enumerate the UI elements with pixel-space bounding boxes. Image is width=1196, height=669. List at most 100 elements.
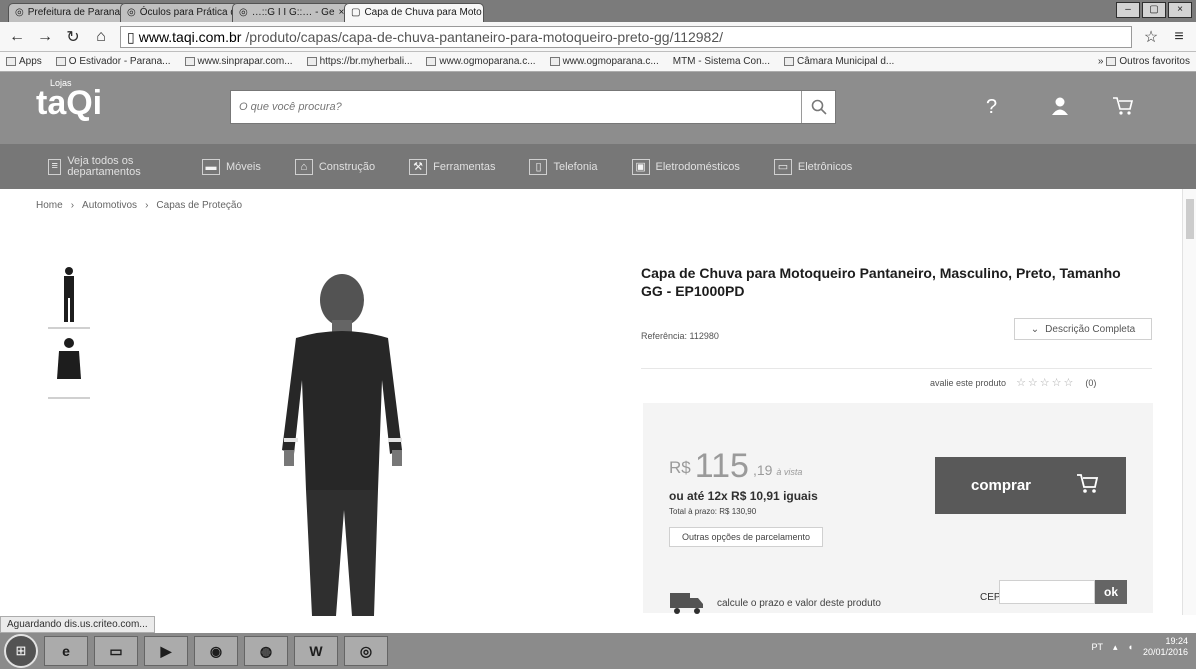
clock[interactable]: 19:24 20/01/2016	[1143, 636, 1188, 658]
installment-options-button[interactable]: Outras opções de parcelamento	[669, 527, 823, 547]
product-thumbnails	[48, 265, 92, 405]
maximize-icon[interactable]: ▢	[1142, 2, 1166, 18]
page-icon	[55, 57, 66, 66]
nav-all-departments[interactable]: ≡ Veja todos os departamentos	[48, 155, 168, 178]
browser-tab[interactable]: ◎Prefeitura de Paranaguá×	[8, 3, 126, 22]
cep-label: CEP	[980, 592, 1001, 603]
rating-count: (0)	[1085, 377, 1097, 388]
bookmark-item[interactable]: www.ogmoparana.c...	[549, 56, 659, 67]
breadcrumb-item[interactable]: Capas de Proteção	[156, 200, 242, 211]
nav-telefonia[interactable]: ▯ Telefonia	[529, 158, 598, 175]
bookmark-item[interactable]: MTM - Sistema Con...	[673, 56, 770, 67]
taskbar-app-icon[interactable]: ◎	[344, 636, 388, 666]
other-bookmarks[interactable]: » Outros favoritos	[1098, 56, 1190, 67]
cep-input[interactable]	[999, 580, 1095, 604]
bookmark-item[interactable]: www.ogmoparana.c...	[426, 56, 536, 67]
language-indicator[interactable]: PT	[1091, 642, 1103, 652]
thumbnail-front[interactable]	[48, 265, 90, 329]
chevron-down-icon: ⌄	[1030, 323, 1040, 335]
bookmark-item[interactable]: www.sinprapar.com...	[184, 56, 293, 67]
tab-title: …::G I I G::… - Ge	[251, 7, 335, 18]
search-icon[interactable]	[801, 91, 835, 123]
window-controls: – ▢ ×	[1116, 2, 1192, 18]
star-icon[interactable]: ☆	[1142, 27, 1160, 47]
scroll-thumb[interactable]	[1186, 199, 1194, 239]
search-input[interactable]	[239, 101, 801, 113]
bookmark-item[interactable]: Câmara Municipal d...	[783, 56, 894, 67]
site-logo[interactable]: Lojas taQi	[36, 78, 102, 123]
page-icon	[426, 57, 437, 66]
rate-product-link[interactable]: avalie este produto	[930, 378, 1006, 388]
back-icon[interactable]: ←	[8, 28, 26, 46]
breadcrumb-item[interactable]: Home	[36, 200, 63, 211]
nav-eletrodomesticos[interactable]: ▣ Eletrodomésticos	[631, 158, 740, 175]
search-box	[230, 90, 836, 124]
bookmark-item[interactable]: O Estivador - Parana...	[55, 56, 171, 67]
buy-button[interactable]: comprar	[935, 457, 1126, 514]
menu-icon: ≡	[48, 158, 62, 175]
taskbar-explorer-icon[interactable]: ▭	[94, 636, 138, 666]
start-button[interactable]: ⊞	[4, 634, 38, 668]
user-icon[interactable]	[1050, 96, 1070, 122]
forward-icon[interactable]: →	[36, 28, 54, 46]
browser-tab[interactable]: ◎Óculos para Prática do T×	[120, 3, 238, 22]
favicon-icon: ◎	[15, 7, 24, 18]
sofa-icon: ▬	[202, 158, 220, 175]
page-icon	[783, 57, 794, 66]
url-host: www.taqi.com.br	[138, 28, 242, 45]
taskbar-ie-icon[interactable]: e	[44, 636, 88, 666]
nav-moveis[interactable]: ▬ Móveis	[202, 158, 261, 175]
home-icon[interactable]: ⌂	[92, 28, 110, 46]
bookmark-apps[interactable]: Apps	[6, 56, 42, 67]
favicon-icon: ◎	[127, 7, 136, 18]
breadcrumb-item[interactable]: Automotivos	[82, 200, 137, 211]
close-window-icon[interactable]: ×	[1168, 2, 1192, 18]
taskbar-word-icon[interactable]: W	[294, 636, 338, 666]
address-bar[interactable]: ▯ www.taqi.com.br/produto/capas/capa-de-…	[120, 25, 1132, 48]
browser-tab-active[interactable]: ▢Capa de Chuva para Moto×	[344, 3, 484, 22]
network-icon[interactable]: ▴	[1113, 642, 1118, 653]
page-scrollbar[interactable]	[1182, 189, 1196, 615]
freight-calculator: calcule o prazo e valor deste produto	[669, 591, 881, 615]
taskbar-media-icon[interactable]: ▶	[144, 636, 188, 666]
tool-icon: ⚒	[409, 158, 428, 175]
system-tray: PT ▴ ◖ 19:24 20/01/2016	[1091, 636, 1188, 658]
total-term-price: Total à prazo: R$ 130,90	[669, 507, 757, 516]
installments: ou até 12x R$ 10,91 iguais	[669, 489, 818, 503]
site-header: LojastaQi ? ≡Veja todos os departamentos…	[0, 72, 1196, 189]
cart-icon[interactable]	[1112, 96, 1134, 122]
tab-title: Capa de Chuva para Moto	[364, 7, 482, 18]
browser-tab[interactable]: ◎ …::G I I G::… - Ge ×	[232, 3, 350, 22]
taskbar-chrome-icon[interactable]: ◉	[194, 636, 238, 666]
category-bar: ≡ Veja todos os departamentos ▬ Móveis ⌂ Co…	[0, 144, 1196, 189]
cart-icon	[1076, 473, 1100, 499]
nav-construcao[interactable]: ⌂ Construção	[294, 158, 375, 175]
bookmarks-bar: Apps O Estivador - Parana... www.sinprap…	[0, 52, 1196, 72]
help-icon[interactable]: ?	[986, 96, 997, 119]
menu-icon[interactable]: ≡	[1170, 28, 1188, 46]
star-rating[interactable]: ☆☆☆☆☆	[1016, 376, 1075, 389]
nav-ferramentas[interactable]: ⚒ Ferramentas	[409, 158, 495, 175]
page-icon	[549, 57, 560, 66]
divider	[641, 368, 1152, 369]
truck-icon	[669, 591, 705, 615]
reload-icon[interactable]: ↻	[64, 27, 82, 47]
product-image	[260, 270, 430, 616]
favicon-icon: ▢	[351, 7, 361, 18]
appliance-icon: ▣	[631, 158, 650, 175]
product-reference: Referência: 112980	[641, 331, 719, 341]
nav-eletronicos[interactable]: ▭ Eletrônicos	[773, 158, 852, 175]
full-description-button[interactable]: ⌄ Descrição Completa	[1014, 318, 1152, 340]
thumbnail-back[interactable]	[48, 335, 90, 399]
favicon-icon: ◎	[239, 7, 248, 18]
cep-ok-button[interactable]: ok	[1095, 580, 1127, 604]
minimize-icon[interactable]: –	[1116, 2, 1140, 18]
taskbar: ⊞ e ▭ ▶ ◉ ◍ W ◎ PT ▴ ◖ 19:24 20/01/2016	[0, 633, 1196, 669]
bookmark-item[interactable]: https://br.myherbali...	[306, 56, 412, 67]
browser-tab-strip: ◎Prefeitura de Paranaguá× ◎Óculos para P…	[0, 0, 1196, 22]
price: R$ 115 ,19 à vista	[669, 447, 803, 485]
volume-icon[interactable]: ◖	[1128, 642, 1133, 652]
browser-toolbar: ← → ↻ ⌂ ▯ www.taqi.com.br/produto/capas/…	[0, 22, 1196, 52]
taskbar-firefox-icon[interactable]: ◍	[244, 636, 288, 666]
tab-title: Prefeitura de Paranaguá	[27, 7, 126, 18]
